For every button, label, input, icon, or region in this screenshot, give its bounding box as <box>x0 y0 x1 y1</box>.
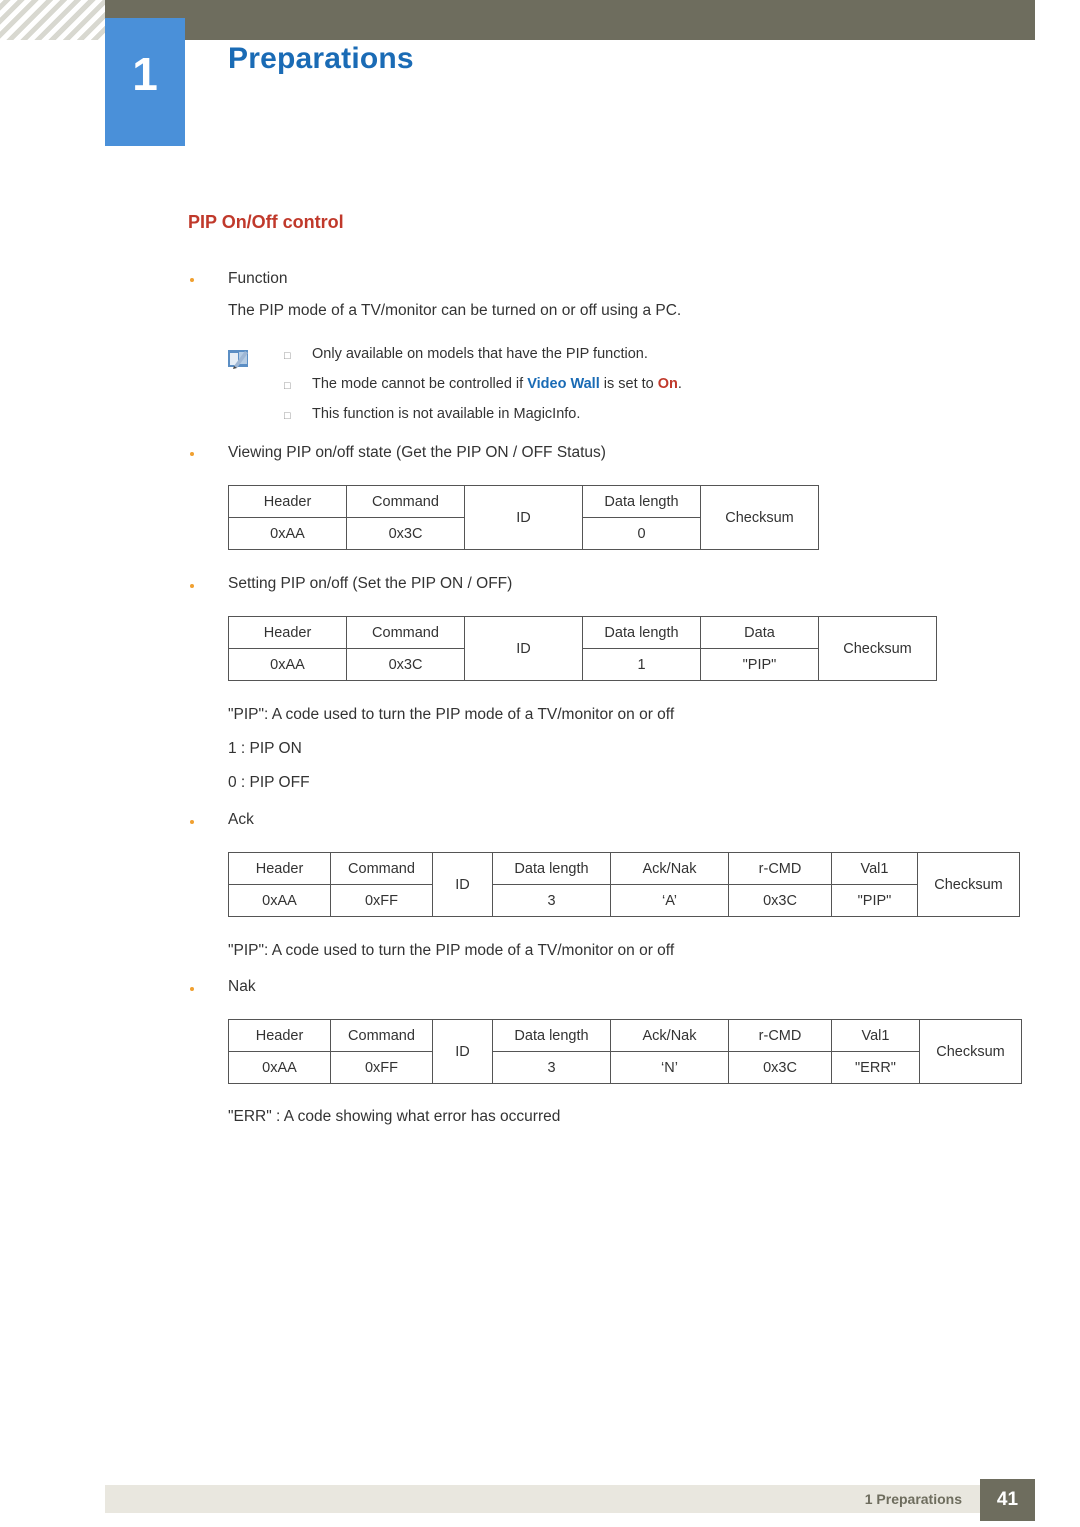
header-bar-end <box>1035 0 1080 40</box>
cell-value-datalength: 0 <box>582 517 701 550</box>
cell-value-header: 0xAA <box>228 1051 331 1084</box>
cell-header-data: Data <box>700 616 819 649</box>
cell-header-checksum: Checksum <box>700 485 819 550</box>
cell-header-datalength: Data length <box>492 852 611 885</box>
section-title: PIP On/Off control <box>188 212 344 232</box>
cell-header-acknak: Ack/Nak <box>610 852 729 885</box>
cell-header-checksum: Checksum <box>818 616 937 681</box>
page-title: Preparations <box>228 42 414 75</box>
cell-header-checksum: Checksum <box>919 1019 1022 1084</box>
cell-header-checksum: Checksum <box>917 852 1020 917</box>
header-hatch-pattern <box>0 0 105 40</box>
pip-code-description-2: "PIP": A code used to turn the PIP mode … <box>228 942 675 959</box>
bullet-marker <box>190 452 194 456</box>
cell-header-header: Header <box>228 616 347 649</box>
pip-off-value: 0 : PIP OFF <box>228 774 310 791</box>
bullet-marker <box>190 584 194 588</box>
cell-header-datalength: Data length <box>492 1019 611 1052</box>
note-2-pre: The mode cannot be controlled if <box>312 376 528 392</box>
cell-header-command: Command <box>346 616 465 649</box>
cell-value-rcmd: 0x3C <box>728 1051 832 1084</box>
table-row: Header Command ID Data length Data Check… <box>228 616 937 681</box>
cell-header-rcmd: r-CMD <box>728 852 832 885</box>
bullet-marker <box>190 278 194 282</box>
cell-value-command: 0xFF <box>330 884 433 917</box>
table-set-pip-status: Header Command ID Data length Data Check… <box>228 616 937 681</box>
bullet-marker <box>190 987 194 991</box>
note-2-mid: is set to <box>599 376 658 392</box>
cell-header-id: ID <box>464 485 583 550</box>
cell-value-header: 0xAA <box>228 884 331 917</box>
table-row: 0xAA 0xFF 3 ‘A’ 0x3C "PIP" <box>228 884 1020 917</box>
page-footer: 1 Preparations 41 <box>0 1471 1080 1527</box>
table-ack: Header Command ID Data length Ack/Nak r-… <box>228 852 1020 917</box>
cell-header-val1: Val1 <box>831 1019 920 1052</box>
cell-header-command: Command <box>330 852 433 885</box>
note-bullet-marker: □ <box>284 350 291 362</box>
header-bar <box>105 0 1080 40</box>
cell-value-acknak: ‘N’ <box>610 1051 729 1084</box>
err-description: "ERR" : A code showing what error has oc… <box>228 1108 561 1125</box>
cell-header-val1: Val1 <box>831 852 918 885</box>
cell-value-header: 0xAA <box>228 648 347 681</box>
ack-label: Ack <box>228 811 254 828</box>
cell-value-header: 0xAA <box>228 517 347 550</box>
function-label: Function <box>228 270 288 287</box>
note-item-3: This function is not available in MagicI… <box>312 406 581 422</box>
cell-value-data: "PIP" <box>700 648 819 681</box>
bullet-marker <box>190 820 194 824</box>
cell-header-header: Header <box>228 852 331 885</box>
table-row: Header Command ID Data length Ack/Nak r-… <box>228 852 1020 917</box>
footer-page-number: 41 <box>980 1479 1035 1521</box>
setting-label: Setting PIP on/off (Set the PIP ON / OFF… <box>228 575 513 592</box>
cell-header-rcmd: r-CMD <box>728 1019 832 1052</box>
note-2-on: On <box>657 376 678 392</box>
pip-on-value: 1 : PIP ON <box>228 740 302 757</box>
cell-value-acknak: ‘A’ <box>610 884 729 917</box>
cell-value-val1: "PIP" <box>831 884 918 917</box>
cell-value-command: 0x3C <box>346 517 465 550</box>
note-bullet-marker: □ <box>284 380 291 392</box>
cell-value-rcmd: 0x3C <box>728 884 832 917</box>
table-nak: Header Command ID Data length Ack/Nak r-… <box>228 1019 1022 1084</box>
cell-header-header: Header <box>228 485 347 518</box>
table-row: 0xAA 0xFF 3 ‘N’ 0x3C "ERR" <box>228 1051 1022 1084</box>
cell-header-id: ID <box>432 852 493 917</box>
note-bullet-marker: □ <box>284 410 291 422</box>
function-description: The PIP mode of a TV/monitor can be turn… <box>228 302 682 319</box>
cell-header-command: Command <box>346 485 465 518</box>
cell-header-datalength: Data length <box>582 485 701 518</box>
note-item-2: The mode cannot be controlled if Video W… <box>312 376 682 392</box>
chapter-number-tab: 1 <box>105 18 185 146</box>
note-pencil-icon <box>228 350 248 369</box>
chapter-number: 1 <box>132 48 158 100</box>
note-2-post: . <box>677 376 682 392</box>
view-state-label: Viewing PIP on/off state (Get the PIP ON… <box>228 444 606 461</box>
cell-value-command: 0x3C <box>346 648 465 681</box>
nak-label: Nak <box>228 978 256 995</box>
cell-value-val1: "ERR" <box>831 1051 920 1084</box>
cell-header-datalength: Data length <box>582 616 701 649</box>
note-2-videowall: Video Wall <box>527 376 600 392</box>
table-row: Header Command ID Data length Ack/Nak r-… <box>228 1019 1022 1084</box>
footer-label: 1 Preparations <box>864 1491 962 1507</box>
table-row: Header Command ID Data length Checksum <box>228 485 819 550</box>
cell-value-datalength: 3 <box>492 1051 611 1084</box>
note-item-1: Only available on models that have the P… <box>312 346 648 362</box>
pip-code-description: "PIP": A code used to turn the PIP mode … <box>228 706 675 723</box>
cell-header-id: ID <box>464 616 583 681</box>
cell-header-header: Header <box>228 1019 331 1052</box>
cell-value-datalength: 3 <box>492 884 611 917</box>
table-get-pip-status: Header Command ID Data length Checksum 0… <box>228 485 819 550</box>
cell-header-command: Command <box>330 1019 433 1052</box>
cell-header-acknak: Ack/Nak <box>610 1019 729 1052</box>
cell-header-id: ID <box>432 1019 493 1084</box>
cell-value-command: 0xFF <box>330 1051 433 1084</box>
cell-value-datalength: 1 <box>582 648 701 681</box>
